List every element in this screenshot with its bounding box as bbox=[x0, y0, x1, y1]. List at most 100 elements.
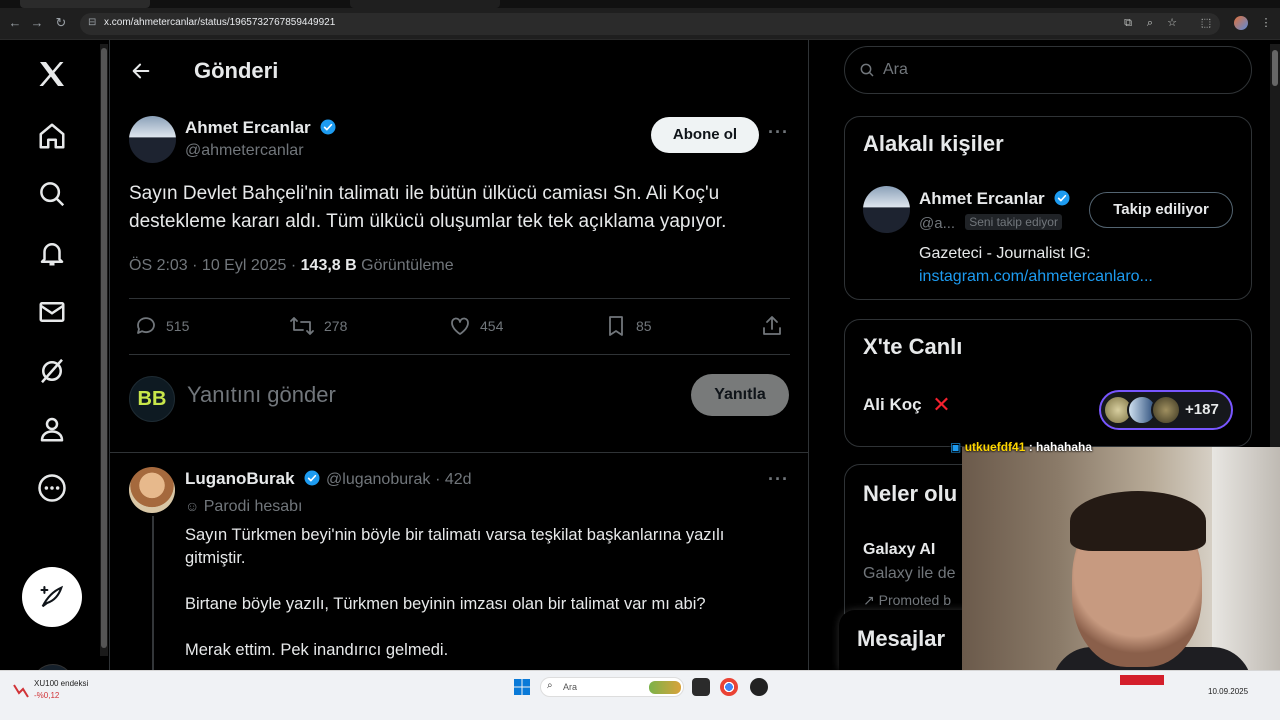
red-cross-icon: ✕ bbox=[932, 392, 951, 417]
follows-you-badge: Seni takip ediyor bbox=[965, 214, 1062, 230]
tweet-timestamp[interactable]: ÖS 2:03 · 10 Eyl 2025 · bbox=[129, 257, 301, 274]
reply-action[interactable]: 515 bbox=[134, 314, 189, 338]
taskbar-search-text[interactable]: Ara bbox=[563, 682, 577, 692]
reply-submit-button[interactable]: Yanıtla bbox=[691, 374, 789, 416]
following-button[interactable]: Takip ediliyor bbox=[1089, 192, 1233, 228]
reply-author-name[interactable]: LuganoBurak bbox=[185, 469, 295, 488]
live-listeners-badge[interactable]: +187 bbox=[1099, 390, 1233, 430]
compose-post-button[interactable] bbox=[22, 567, 82, 627]
taskbar-date[interactable]: 10.09.2025 bbox=[1208, 687, 1248, 696]
divider bbox=[129, 354, 790, 355]
search-input[interactable]: Ara bbox=[883, 61, 908, 79]
more-options-icon[interactable] bbox=[32, 468, 72, 508]
related-people-card: Alakalı kişiler Ahmet Ercanlar @a... Sen… bbox=[844, 116, 1252, 300]
back-arrow-icon[interactable] bbox=[130, 60, 152, 82]
related-bio: Gazeteci - Journalist IG: instagram.com/… bbox=[919, 242, 1153, 288]
live-title: X'te Canlı bbox=[863, 334, 963, 359]
tweet-views-count: 143,8 B bbox=[300, 257, 357, 274]
browser-tab[interactable] bbox=[20, 0, 150, 8]
retweet-action[interactable]: 278 bbox=[288, 314, 347, 338]
subscribe-button[interactable]: Abone ol bbox=[651, 117, 759, 153]
stock-change: -%0,12 bbox=[34, 691, 60, 700]
share-action[interactable] bbox=[760, 314, 784, 338]
reply-input[interactable]: Yanıtını gönder bbox=[187, 382, 336, 408]
webcam-overlay bbox=[962, 447, 1280, 685]
my-avatar[interactable]: BB bbox=[129, 376, 175, 422]
mask-icon: ☺ bbox=[185, 498, 200, 514]
related-bio-text: Gazeteci - Journalist IG: bbox=[919, 245, 1091, 262]
related-bio-link[interactable]: instagram.com/ahmetercanlaro... bbox=[919, 265, 1153, 288]
browser-profile-avatar[interactable] bbox=[1234, 16, 1248, 30]
share-icon bbox=[763, 316, 781, 335]
tweet-text: Sayın Devlet Bahçeli'nin talimatı ile bü… bbox=[129, 183, 727, 232]
related-people-title: Alakalı kişiler bbox=[863, 131, 1004, 156]
compose-feather-icon bbox=[40, 585, 64, 608]
x-logo-icon[interactable] bbox=[32, 54, 72, 94]
explore-search-icon[interactable] bbox=[32, 174, 72, 214]
task-view-icon[interactable] bbox=[692, 678, 710, 696]
search-box[interactable]: Ara bbox=[844, 46, 1252, 94]
taskbar-search[interactable]: ⌕ Ara bbox=[540, 677, 684, 697]
promoted-label: Promoted b bbox=[878, 592, 951, 608]
right-scrollbar-thumb[interactable] bbox=[1272, 50, 1278, 86]
profile-icon[interactable] bbox=[32, 409, 72, 449]
verified-badge-icon bbox=[1054, 190, 1070, 206]
reply-author-handle[interactable]: @luganoburak bbox=[326, 471, 430, 488]
home-icon[interactable] bbox=[32, 116, 72, 156]
related-handle[interactable]: @a... bbox=[919, 215, 955, 232]
left-scrollbar[interactable] bbox=[100, 44, 108, 656]
reply-author-avatar[interactable] bbox=[129, 467, 175, 513]
related-name[interactable]: Ahmet Ercanlar bbox=[919, 189, 1045, 208]
messages-drawer-title[interactable]: Mesajlar bbox=[857, 626, 945, 652]
grok-icon[interactable] bbox=[32, 351, 72, 391]
notifications-bell-icon[interactable] bbox=[32, 233, 72, 273]
my-avatar-initials: BB bbox=[137, 387, 167, 410]
live-card: X'te Canlı Ali Koç ✕ +187 bbox=[844, 319, 1252, 447]
left-navigation: BB bbox=[0, 40, 100, 706]
author-name-text[interactable]: Ahmet Ercanlar bbox=[185, 118, 311, 137]
related-name-row[interactable]: Ahmet Ercanlar bbox=[919, 189, 1071, 209]
live-space-name[interactable]: Ali Koç bbox=[863, 395, 922, 414]
reply-text: Sayın Türkmen beyi'nin böyle bir talimat… bbox=[185, 524, 785, 662]
obs-icon[interactable] bbox=[750, 678, 768, 696]
reply-line-2: Birtane böyle yazılı, Türkmen beyinin im… bbox=[185, 595, 706, 613]
reply-more-icon[interactable]: ··· bbox=[768, 469, 789, 490]
trend-name[interactable]: Galaxy AI bbox=[863, 541, 935, 559]
tab-strip bbox=[0, 0, 1280, 8]
url-text[interactable]: x.com/ahmetercanlar/status/1965732767859… bbox=[104, 17, 335, 28]
reload-icon[interactable]: ↻ bbox=[52, 14, 70, 32]
install-icon[interactable]: ⧉ bbox=[1120, 15, 1136, 31]
reply-age[interactable]: · 42d bbox=[435, 471, 471, 488]
zoom-icon[interactable]: ⌕ bbox=[1142, 15, 1158, 31]
author-handle[interactable]: @ahmetercanlar bbox=[185, 142, 304, 160]
author-name[interactable]: Ahmet Ercanlar bbox=[185, 118, 337, 138]
tweet-more-icon[interactable]: ··· bbox=[768, 122, 789, 143]
search-icon bbox=[860, 63, 874, 77]
reply-count: 515 bbox=[166, 318, 190, 334]
parody-label: ☺ Parodi hesabı bbox=[185, 498, 302, 516]
forward-icon[interactable]: → bbox=[28, 14, 46, 32]
tweet-views-label: Görüntüleme bbox=[356, 257, 454, 274]
back-icon[interactable]: ← bbox=[6, 14, 24, 32]
left-scrollbar-thumb[interactable] bbox=[101, 48, 107, 648]
chat-badge-icon: ▣ bbox=[950, 440, 962, 454]
windows-start-icon[interactable] bbox=[514, 679, 530, 695]
chrome-icon[interactable] bbox=[720, 678, 738, 696]
browser-tab-active[interactable] bbox=[350, 0, 500, 8]
address-bar[interactable]: ⊟ x.com/ahmetercanlar/status/19657327678… bbox=[80, 13, 1220, 35]
stock-widget[interactable]: XU100 endeksi -%0,12 bbox=[12, 677, 132, 705]
verified-badge-icon bbox=[320, 119, 336, 135]
related-avatar[interactable] bbox=[863, 186, 910, 233]
bookmark-star-icon[interactable]: ☆ bbox=[1164, 15, 1180, 31]
site-info-icon[interactable]: ⊟ bbox=[88, 17, 100, 29]
messages-mail-icon[interactable] bbox=[32, 292, 72, 332]
windows-taskbar: XU100 endeksi -%0,12 ⌕ Ara 10.09.2025 bbox=[0, 670, 1280, 720]
reply-line-3: Merak ettim. Pek inandırıcı gelmedi. bbox=[185, 641, 449, 659]
like-action[interactable]: 454 bbox=[448, 314, 503, 338]
extensions-icon[interactable]: ⬚ bbox=[1198, 15, 1214, 31]
bookmark-action[interactable]: 85 bbox=[604, 314, 652, 338]
author-avatar[interactable] bbox=[129, 116, 176, 163]
live-space-row[interactable]: Ali Koç ✕ bbox=[863, 392, 951, 418]
browser-menu-icon[interactable]: ⋮ bbox=[1258, 15, 1274, 31]
reply-line-1: Sayın Türkmen beyi'nin böyle bir talimat… bbox=[185, 526, 725, 567]
